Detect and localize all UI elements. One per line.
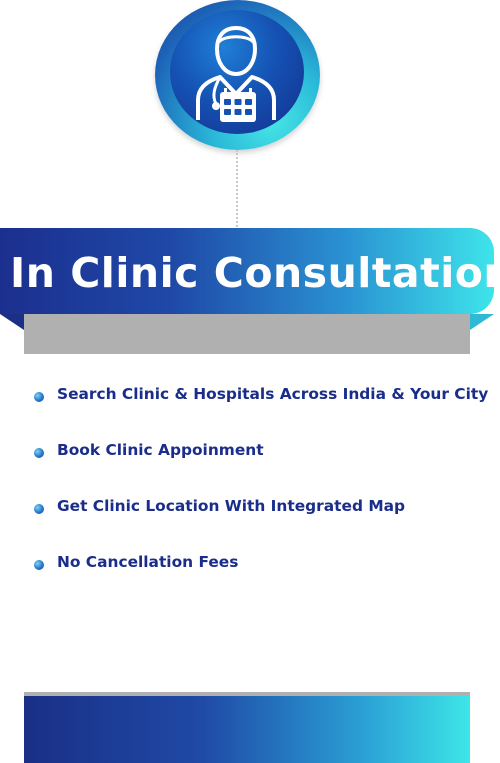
feature-label: Search Clinic & Hospitals Across India &… bbox=[57, 385, 489, 403]
feature-label: Get Clinic Location With Integrated Map bbox=[57, 497, 406, 515]
list-item: Search Clinic & Hospitals Across India &… bbox=[30, 380, 490, 436]
list-item: Get Clinic Location With Integrated Map bbox=[30, 492, 490, 548]
list-item: No Cancellation Fees bbox=[30, 548, 490, 604]
banner-fold-right bbox=[470, 314, 494, 330]
list-item: Book Clinic Appoinment bbox=[30, 436, 490, 492]
banner-shadow-bar bbox=[24, 314, 470, 354]
feature-list: Search Clinic & Hospitals Across India &… bbox=[30, 380, 490, 604]
dotted-connector bbox=[236, 150, 238, 230]
doctor-calendar-icon bbox=[196, 25, 276, 122]
bullet-dot-icon bbox=[34, 504, 44, 514]
bullet-dot-icon bbox=[34, 392, 44, 402]
banner-fold-left bbox=[0, 314, 24, 330]
bullet-dot-icon bbox=[34, 560, 44, 570]
feature-label: Book Clinic Appoinment bbox=[57, 441, 264, 459]
feature-label: No Cancellation Fees bbox=[57, 553, 239, 571]
bottom-gradient-bar bbox=[24, 696, 470, 763]
bullet-dot-icon bbox=[34, 448, 44, 458]
page-title: In Clinic Consultation bbox=[10, 249, 500, 297]
